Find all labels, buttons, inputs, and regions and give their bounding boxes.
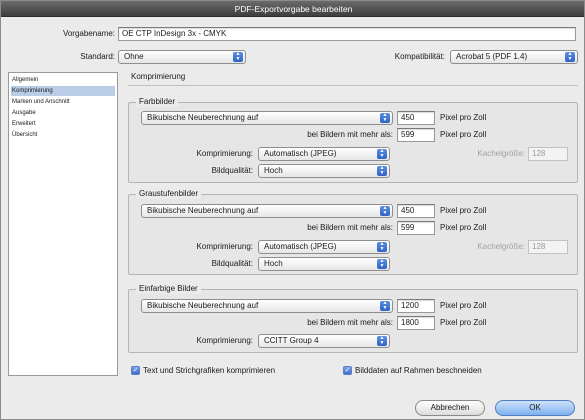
- compatibility-label: Kompatibilität:: [394, 52, 445, 61]
- gray-quality-select[interactable]: Hoch ▲ ▼: [258, 257, 390, 271]
- sidebar-item-marks-bleed[interactable]: Marken und Anschnitt: [11, 97, 115, 107]
- color-quality-label: Bildqualität:: [211, 166, 253, 175]
- mono-above-field[interactable]: 1800: [397, 316, 435, 330]
- color-images-title: Farbbilder: [136, 97, 179, 107]
- mono-above-label: bei Bildern mit mehr als:: [307, 318, 393, 327]
- color-resample-value: Bikubische Neuberechnung auf: [147, 113, 259, 122]
- grayscale-images-title: Graustufenbilder: [136, 189, 202, 199]
- compress-text-checkbox[interactable]: ✓: [131, 366, 140, 375]
- standard-select[interactable]: Ohne ▲ ▼: [118, 50, 246, 64]
- select-arrows-icon: ▲ ▼: [565, 52, 575, 62]
- compress-text-label: Text und Strichgrafiken komprimieren: [143, 366, 276, 375]
- color-resample-select[interactable]: Bikubische Neuberechnung auf ▲ ▼: [141, 111, 393, 125]
- compatibility-select[interactable]: Acrobat 5 (PDF 1.4) ▲ ▼: [450, 50, 578, 64]
- gray-resample-value: Bikubische Neuberechnung auf: [147, 206, 259, 215]
- window-title: PDF-Exportvorgabe bearbeiten: [1, 1, 584, 17]
- gray-compression-label: Komprimierung:: [196, 242, 253, 251]
- select-arrows-icon: ▲ ▼: [377, 166, 387, 176]
- select-arrows-icon: ▲ ▼: [233, 52, 243, 62]
- color-above-unit: Pixel pro Zoll: [440, 130, 487, 139]
- mono-resample-select[interactable]: Bikubische Neuberechnung auf ▲ ▼: [141, 299, 393, 313]
- sidebar-item-general[interactable]: Allgemein: [11, 75, 115, 85]
- color-compression-value: Automatisch (JPEG): [264, 149, 337, 158]
- standard-value: Ohne: [124, 52, 144, 61]
- color-compression-label: Komprimierung:: [196, 149, 253, 158]
- standard-label: Standard:: [80, 52, 115, 61]
- select-arrows-icon: ▲ ▼: [380, 206, 390, 216]
- select-arrows-icon: ▲ ▼: [377, 242, 387, 252]
- gray-above-label: bei Bildern mit mehr als:: [307, 223, 393, 232]
- color-above-label: bei Bildern mit mehr als:: [307, 130, 393, 139]
- sidebar-item-summary[interactable]: Übersicht: [11, 130, 115, 140]
- gray-above-unit: Pixel pro Zoll: [440, 223, 487, 232]
- ok-button[interactable]: OK: [495, 400, 575, 416]
- preset-name-field[interactable]: OE CTP InDesign 3x - CMYK: [118, 27, 576, 41]
- gray-ppi-unit: Pixel pro Zoll: [440, 206, 487, 215]
- color-quality-value: Hoch: [264, 166, 283, 175]
- sidebar-item-compression[interactable]: Komprimierung: [11, 86, 115, 96]
- gray-quality-value: Hoch: [264, 259, 283, 268]
- color-tile-field: 128: [528, 147, 568, 161]
- gray-compression-select[interactable]: Automatisch (JPEG) ▲ ▼: [258, 240, 390, 254]
- color-quality-select[interactable]: Hoch ▲ ▼: [258, 164, 390, 178]
- sidebar-item-advanced[interactable]: Erweitert: [11, 119, 115, 129]
- compatibility-value: Acrobat 5 (PDF 1.4): [456, 52, 528, 61]
- crop-images-label: Bilddaten auf Rahmen beschneiden: [355, 366, 482, 375]
- monochrome-images-title: Einfarbige Bilder: [136, 284, 201, 294]
- gray-above-field[interactable]: 599: [397, 221, 435, 235]
- color-compression-select[interactable]: Automatisch (JPEG) ▲ ▼: [258, 147, 390, 161]
- sidebar-item-output[interactable]: Ausgabe: [11, 108, 115, 118]
- color-tile-label: Kachelgröße:: [477, 149, 525, 158]
- color-ppi-field[interactable]: 450: [397, 111, 435, 125]
- gray-tile-label: Kachelgröße:: [477, 242, 525, 251]
- select-arrows-icon: ▲ ▼: [377, 259, 387, 269]
- preset-name-label: Vorgabename:: [62, 29, 115, 38]
- cancel-button[interactable]: Abbrechen: [415, 400, 485, 416]
- crop-images-checkbox[interactable]: ✓: [343, 366, 352, 375]
- gray-ppi-field[interactable]: 450: [397, 204, 435, 218]
- select-arrows-icon: ▲ ▼: [377, 336, 387, 346]
- color-above-field[interactable]: 599: [397, 128, 435, 142]
- mono-compression-label: Komprimierung:: [196, 336, 253, 345]
- gray-compression-value: Automatisch (JPEG): [264, 242, 337, 251]
- gray-tile-field: 128: [528, 240, 568, 254]
- mono-above-unit: Pixel pro Zoll: [440, 318, 487, 327]
- pdf-export-preset-dialog: PDF-Exportvorgabe bearbeiten Vorgabename…: [0, 0, 585, 420]
- mono-ppi-unit: Pixel pro Zoll: [440, 301, 487, 310]
- mono-compression-select[interactable]: CCITT Group 4 ▲ ▼: [258, 334, 390, 348]
- gray-quality-label: Bildqualität:: [211, 259, 253, 268]
- gray-resample-select[interactable]: Bikubische Neuberechnung auf ▲ ▼: [141, 204, 393, 218]
- section-title: Komprimierung: [131, 72, 186, 81]
- section-divider: [128, 85, 578, 86]
- select-arrows-icon: ▲ ▼: [380, 113, 390, 123]
- color-ppi-unit: Pixel pro Zoll: [440, 113, 487, 122]
- mono-ppi-field[interactable]: 1200: [397, 299, 435, 313]
- sidebar: Allgemein Komprimierung Marken und Ansch…: [8, 72, 118, 376]
- select-arrows-icon: ▲ ▼: [380, 301, 390, 311]
- mono-compression-value: CCITT Group 4: [264, 336, 319, 345]
- select-arrows-icon: ▲ ▼: [377, 149, 387, 159]
- mono-resample-value: Bikubische Neuberechnung auf: [147, 301, 259, 310]
